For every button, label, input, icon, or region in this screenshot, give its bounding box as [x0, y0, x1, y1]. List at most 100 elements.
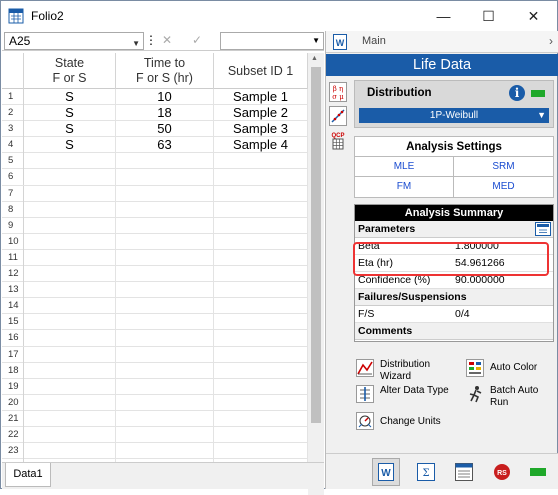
more-options-icon[interactable]: ⋮	[145, 32, 157, 50]
grid-cell[interactable]	[116, 153, 214, 170]
row-number[interactable]: 3	[2, 121, 24, 138]
grid-cell[interactable]	[116, 378, 214, 395]
column-header-time[interactable]: Time to F or S (hr)	[116, 53, 214, 89]
confirm-edit-button[interactable]: ✓	[192, 32, 206, 50]
column-header-state[interactable]: State F or S	[24, 53, 116, 89]
grid-cell[interactable]	[214, 153, 308, 170]
grid-cell[interactable]	[214, 249, 308, 266]
grid-cell[interactable]	[116, 298, 214, 315]
grid-cell[interactable]	[214, 217, 308, 234]
grid-cell[interactable]	[214, 346, 308, 363]
row-number[interactable]: 23	[2, 443, 24, 460]
auto-color-button[interactable]: Auto Color	[466, 359, 558, 377]
formula-input[interactable]: ▼	[220, 32, 324, 50]
grid-cell[interactable]	[24, 362, 116, 379]
mle-button[interactable]: MLE	[355, 157, 454, 177]
grid-cell[interactable]: 18	[116, 105, 214, 122]
distribution-select[interactable]: 1P-Weibull ▼	[359, 108, 549, 123]
grid-cell[interactable]	[24, 314, 116, 331]
row-number[interactable]: 10	[2, 233, 24, 250]
grid-cell[interactable]	[116, 410, 214, 427]
grid-cell[interactable]	[116, 362, 214, 379]
grid-cell[interactable]	[214, 330, 308, 347]
grid-cell[interactable]	[24, 185, 116, 202]
grid-cell[interactable]	[116, 185, 214, 202]
minimize-button[interactable]: —	[421, 1, 466, 31]
grid-cell[interactable]: Sample 4	[214, 137, 308, 154]
row-number[interactable]: 22	[2, 426, 24, 443]
row-number[interactable]: 2	[2, 105, 24, 122]
grid-cell[interactable]	[24, 378, 116, 395]
grid-cell[interactable]	[116, 233, 214, 250]
grid-cell[interactable]: S	[24, 137, 116, 154]
grid-cell[interactable]	[214, 201, 308, 218]
grid-cell[interactable]	[214, 233, 308, 250]
grid-cell[interactable]	[214, 282, 308, 299]
cancel-edit-button[interactable]: ✕	[162, 32, 176, 50]
summary-options-icon[interactable]	[535, 222, 551, 236]
scroll-up-icon[interactable]: ▲	[311, 55, 318, 62]
grid-cell[interactable]	[116, 314, 214, 331]
grid-cell[interactable]	[214, 362, 308, 379]
row-number[interactable]: 19	[2, 378, 24, 395]
row-number[interactable]: 5	[2, 153, 24, 170]
grid-cell[interactable]	[24, 169, 116, 186]
grid-cell[interactable]	[116, 330, 214, 347]
grid-cell[interactable]	[214, 410, 308, 427]
rs-icon[interactable]: RS	[488, 458, 516, 486]
grid-cell[interactable]	[24, 201, 116, 218]
row-number[interactable]: 15	[2, 314, 24, 331]
info-icon[interactable]: i	[509, 85, 525, 101]
grid-cell[interactable]: 63	[116, 137, 214, 154]
chevron-down-icon[interactable]: ▼	[537, 108, 546, 123]
grid-cell[interactable]	[116, 346, 214, 363]
grid-cell[interactable]	[214, 394, 308, 411]
data-grid[interactable]: State F or S Time to F or S (hr) Subset …	[2, 53, 308, 495]
sheet-tab-data1[interactable]: Data1	[5, 463, 51, 487]
grid-cell[interactable]: S	[24, 105, 116, 122]
grid-cell[interactable]: S	[24, 89, 116, 105]
close-button[interactable]: ✕	[511, 1, 556, 31]
med-button[interactable]: MED	[454, 177, 553, 197]
grid-cell[interactable]	[24, 217, 116, 234]
grid-cell[interactable]	[24, 282, 116, 299]
grid-cell[interactable]: Sample 2	[214, 105, 308, 122]
fm-button[interactable]: FM	[355, 177, 454, 197]
grid-cell[interactable]	[24, 394, 116, 411]
grid-cell[interactable]	[24, 266, 116, 283]
grid-cell[interactable]	[24, 410, 116, 427]
row-number[interactable]: 9	[2, 217, 24, 234]
grid-cell[interactable]	[116, 249, 214, 266]
grid-cell[interactable]	[24, 249, 116, 266]
row-number[interactable]: 6	[2, 169, 24, 186]
main-page-icon[interactable]: W	[333, 34, 347, 50]
grid-cell[interactable]: Sample 3	[214, 121, 308, 138]
report-icon[interactable]	[450, 458, 478, 486]
grid-cell[interactable]	[116, 201, 214, 218]
grid-cell[interactable]	[214, 426, 308, 443]
chevron-down-icon[interactable]: ▼	[132, 36, 140, 52]
row-number[interactable]: 13	[2, 282, 24, 299]
grid-cell[interactable]: 50	[116, 121, 214, 138]
chevron-down-icon[interactable]: ▼	[312, 36, 320, 45]
status-icon[interactable]	[524, 458, 552, 486]
grid-cell[interactable]	[116, 443, 214, 460]
row-number[interactable]: 12	[2, 266, 24, 283]
row-number[interactable]: 20	[2, 394, 24, 411]
main-page-icon[interactable]: W	[372, 458, 400, 486]
grid-cell[interactable]	[24, 233, 116, 250]
batch-auto-run-button[interactable]: Batch Auto Run	[466, 385, 558, 409]
column-header-subset[interactable]: Subset ID 1	[214, 53, 308, 89]
grid-cell[interactable]: 10	[116, 89, 214, 105]
distribution-wizard-button[interactable]: Distribution Wizard	[356, 359, 456, 383]
change-units-button[interactable]: Change Units	[356, 412, 456, 430]
main-page-label[interactable]: Main	[362, 35, 386, 47]
grid-cell[interactable]: Sample 1	[214, 89, 308, 105]
grid-cell[interactable]	[24, 298, 116, 315]
grid-cell[interactable]	[24, 330, 116, 347]
alter-data-type-button[interactable]: Alter Data Type	[356, 385, 456, 403]
row-number[interactable]: 21	[2, 410, 24, 427]
grid-cell[interactable]	[116, 266, 214, 283]
grid-cell[interactable]	[24, 443, 116, 460]
grid-cell[interactable]	[214, 443, 308, 460]
